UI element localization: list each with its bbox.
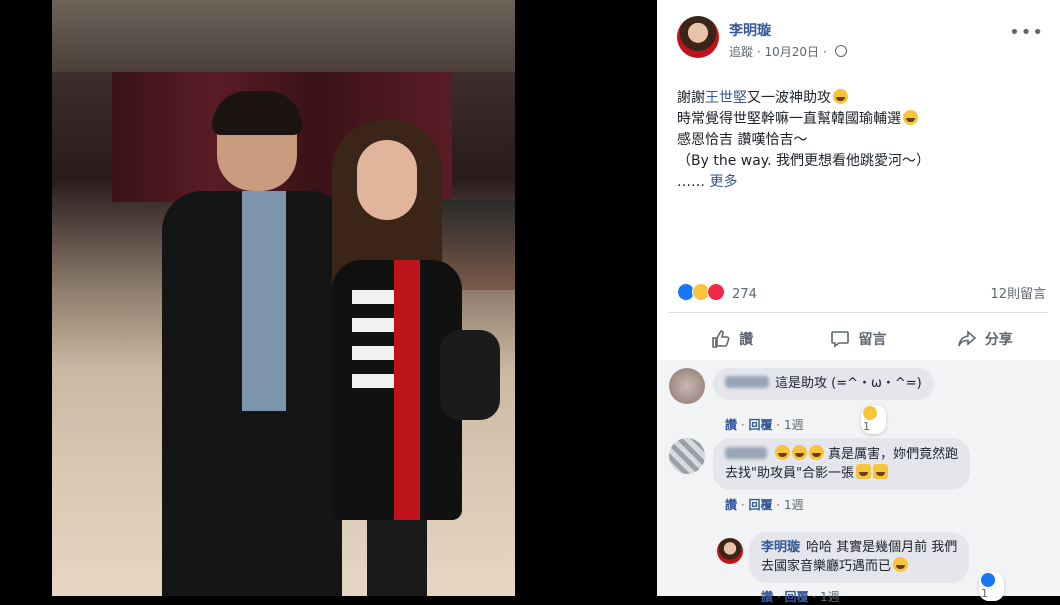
comment-reply-link[interactable]: 回覆 (748, 418, 772, 432)
comment-text: 真是厲害，妳們竟然跑 (828, 447, 959, 462)
comment-like-link[interactable]: 讚 (761, 590, 773, 604)
comment-bubble: 李明璇 哈哈 其實是幾個月前 我們 去國家音樂廳巧遇而已 (749, 532, 970, 583)
share-button[interactable]: 分享 (922, 322, 1048, 356)
post-header: 李明璇 追蹤 · 10月20日 · ••• (677, 16, 1048, 66)
commenter-avatar[interactable] (669, 438, 705, 474)
comment-reactions[interactable]: 1 (979, 572, 1004, 601)
laughing-emoji-icon (833, 89, 848, 104)
share-icon (958, 330, 977, 347)
globe-icon (834, 45, 847, 57)
comment-text: 去國家音樂廳巧遇而已 (761, 559, 892, 574)
comment-reply-link[interactable]: 回覆 (784, 590, 808, 604)
comment-like-link[interactable]: 讚 (725, 498, 737, 512)
author-name[interactable]: 李明璇 (729, 20, 771, 40)
laughing-emoji-icon (792, 445, 807, 460)
laughing-emoji-icon (893, 557, 909, 572)
like-reaction-icon (981, 573, 995, 587)
more-options-icon[interactable]: ••• (1009, 22, 1044, 43)
comment-reactions[interactable]: 1 (861, 405, 886, 434)
mention-link[interactable]: 王世堅 (705, 90, 747, 106)
commenter-name-blurred[interactable] (725, 376, 769, 388)
comment-actions: 讚 · 回覆 · 1週 (761, 590, 840, 604)
comment-text: 哈哈 其實是幾個月前 我們 (806, 540, 958, 555)
follow-link[interactable]: 追蹤 (729, 45, 753, 59)
post-line-text: （By the way. 我們更想看他跳愛河～） (677, 153, 930, 169)
action-bar: 讚 留言 分享 (669, 322, 1048, 356)
comment-bubble: 這是助攻 (=^・ω・^=) (713, 368, 934, 400)
post-meta: 追蹤 · 10月20日 · (729, 43, 847, 60)
reaction-count[interactable]: 274 (732, 287, 757, 302)
comment-time[interactable]: 1週 (784, 498, 804, 512)
haha-reaction-icon (863, 406, 877, 420)
comments-section: 這是助攻 (=^・ω・^=) 1 讚 · 回覆 · 1週 真是厲害，妳們竟然跑 … (657, 360, 1060, 604)
post-line-text: 謝謝 (677, 90, 705, 106)
comment-reaction-count: 1 (863, 420, 870, 433)
comment-button[interactable]: 留言 (795, 322, 921, 356)
laughing-emoji-icon (809, 445, 824, 460)
post-line: （By the way. 我們更想看他跳愛河～） (677, 151, 1037, 172)
comment-actions: 讚 · 回覆 · 1週 (725, 498, 804, 512)
commenter-name[interactable]: 李明璇 (761, 540, 800, 555)
comment-reply-link[interactable]: 回覆 (748, 498, 772, 512)
flexed-biceps-emoji-icon (872, 464, 888, 479)
thumbs-up-icon (712, 330, 730, 348)
comment-icon (831, 331, 850, 348)
post-text: 謝謝王世堅又一波神助攻 時常覺得世堅幹嘛一直幫韓國瑜輔選 感恩恰吉 讚嘆恰吉～ … (677, 88, 1037, 193)
divider (669, 312, 1048, 313)
thumbs-up-emoji-icon (855, 464, 871, 479)
post-line: 感恩恰吉 讚嘆恰吉～ (677, 130, 1037, 151)
see-more-link[interactable]: 更多 (709, 174, 737, 190)
laughing-emoji-icon (775, 445, 790, 460)
commenter-avatar[interactable] (669, 368, 705, 404)
comment-text: 這是助攻 (=^・ω・^=) (775, 376, 922, 391)
reaction-summary[interactable]: 274 12則留言 (677, 283, 1046, 305)
laughing-emoji-icon (903, 110, 918, 125)
like-label: 讚 (739, 332, 754, 348)
post-line-text: 感恩恰吉 讚嘆恰吉～ (677, 132, 808, 148)
post-photo (52, 0, 515, 596)
comment-time[interactable]: 1週 (784, 418, 804, 432)
comment-actions: 讚 · 回覆 · 1週 (725, 418, 804, 432)
comment-reaction-count: 1 (981, 587, 988, 600)
post-line: …… 更多 (677, 172, 1037, 193)
post-line-text: 又一波神助攻 (747, 90, 831, 106)
post-line: 時常覺得世堅幹嘛一直幫韓國瑜輔選 (677, 109, 1037, 130)
comment-text: 去找"助攻員"合影一張 (725, 466, 854, 481)
post-side-panel: 李明璇 追蹤 · 10月20日 · ••• 謝謝王世堅又一波神助攻 時常覺得世堅… (657, 0, 1060, 604)
comment-count[interactable]: 12則留言 (990, 283, 1046, 302)
ellipsis: …… (677, 174, 705, 190)
commenter-name-blurred[interactable] (725, 447, 767, 459)
post-line-text: 時常覺得世堅幹嘛一直幫韓國瑜輔選 (677, 111, 901, 127)
like-button[interactable]: 讚 (669, 322, 795, 356)
comment-label: 留言 (858, 332, 887, 348)
photo-viewer[interactable] (0, 0, 657, 596)
post-date[interactable]: 10月20日 (764, 45, 819, 59)
comment-bubble: 真是厲害，妳們竟然跑 去找"助攻員"合影一張 (713, 438, 971, 490)
author-avatar[interactable] (677, 16, 719, 58)
comment-time[interactable]: 1週 (820, 590, 840, 604)
comment-like-link[interactable]: 讚 (725, 418, 737, 432)
love-reaction-icon (707, 283, 725, 301)
post-line: 謝謝王世堅又一波神助攻 (677, 88, 1037, 109)
share-label: 分享 (984, 332, 1013, 348)
commenter-avatar[interactable] (717, 538, 743, 564)
